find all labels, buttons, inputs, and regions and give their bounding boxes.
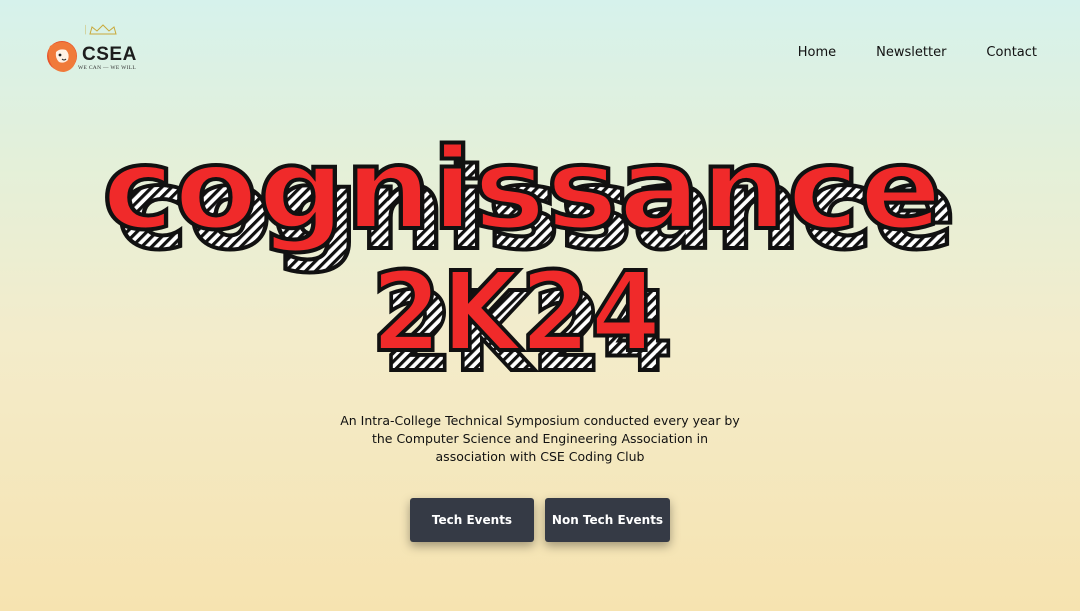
nav-contact-link[interactable]: Contact bbox=[986, 45, 1037, 60]
title-line-1-text: cognissance bbox=[102, 130, 942, 255]
top-navbar: CSEA WE CAN — WE WILL Home Newsletter Co… bbox=[0, 0, 1080, 100]
nav-newsletter-link[interactable]: Newsletter bbox=[876, 45, 946, 60]
title-line-2: 2K24 2K24 bbox=[369, 246, 675, 390]
main-navigation: Home Newsletter Contact bbox=[798, 45, 1037, 60]
hero-title-graphic: cognissance cognissance 2K24 2K24 bbox=[100, 130, 958, 390]
nav-home-link[interactable]: Home bbox=[798, 45, 836, 60]
non-tech-events-button[interactable]: Non Tech Events bbox=[545, 498, 670, 542]
logo-text: CSEA bbox=[82, 44, 137, 65]
logo-tagline: WE CAN — WE WILL bbox=[78, 65, 137, 71]
event-buttons: Tech Events Non Tech Events bbox=[410, 498, 670, 542]
hero-subtitle: An Intra-College Technical Symposium con… bbox=[340, 413, 740, 464]
title-line-2-text: 2K24 bbox=[371, 248, 661, 376]
csea-logo[interactable]: CSEA WE CAN — WE WILL bbox=[46, 24, 146, 76]
crown-icon bbox=[89, 24, 117, 35]
hero-title: cognissance cognissance 2K24 2K24 bbox=[88, 130, 968, 390]
tech-events-button[interactable]: Tech Events bbox=[410, 498, 534, 542]
